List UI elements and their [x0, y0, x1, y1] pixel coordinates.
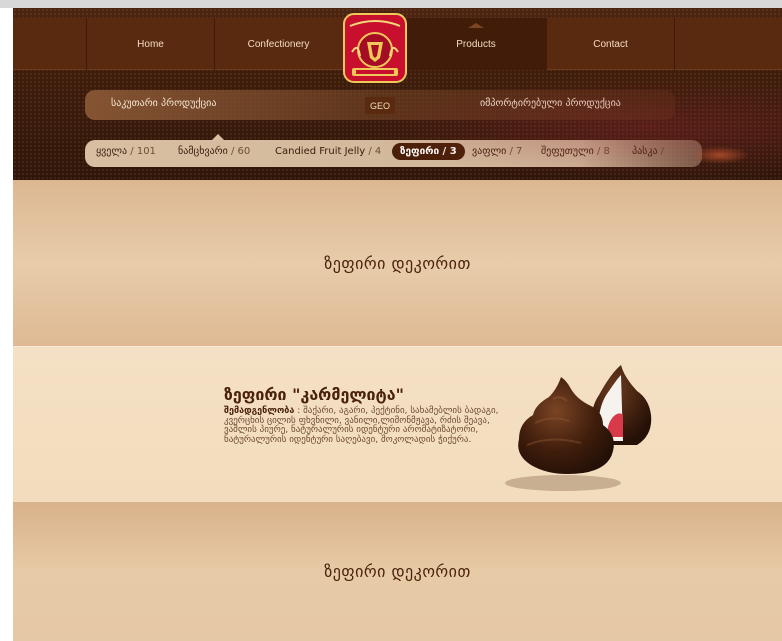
product-description: შემადგენლობა : შაქარი, აგარი, პექტინი, ს… [224, 406, 499, 445]
product-title: ზეფირი "კარმელიტა" [224, 385, 404, 404]
own-products-link[interactable]: საკუთარი პროდუქცია [111, 98, 216, 109]
filter-scroll-indicator [690, 146, 750, 164]
section-title: ზეფირი დეკორით [324, 562, 471, 581]
filter-cakes[interactable]: ნამცხვარი / 60 [178, 146, 250, 157]
filter-candied-fruit-jelly[interactable]: Candied Fruit Jelly / 4 [275, 146, 381, 157]
imported-products-link[interactable]: იმპორტირებული პროდუქცია [480, 98, 621, 109]
category-filter-bar: ყველა / 101 ნამცხვარი / 60 Candied Fruit… [85, 140, 702, 167]
ingredients-label: შემადგენლობა [224, 406, 295, 416]
active-caret-icon [468, 23, 484, 28]
category-header-top: ზეფირი დეკორით [13, 180, 782, 346]
nav-contact[interactable]: Contact [546, 18, 674, 70]
product-card[interactable]: ზეფირი "კარმელიტა" შემადგენლობა : შაქარი… [13, 346, 782, 502]
category-header-bottom: ზეფირი დეკორით [13, 502, 782, 641]
filter-all[interactable]: ყველა / 101 [96, 146, 156, 157]
filter-easter-cake[interactable]: პასკა / [632, 146, 664, 157]
product-image [505, 365, 652, 491]
section-title: ზეფირი დეკორით [324, 253, 471, 273]
brand-logo[interactable] [340, 12, 410, 84]
nav-products-label: Products [456, 38, 496, 50]
browser-top-strip [0, 0, 782, 8]
filter-zefir-active[interactable]: ზეფირი / 3 [392, 143, 465, 160]
filter-packaged[interactable]: შეფუთული / 8 [541, 146, 610, 157]
nav-confectionery[interactable]: Confectionery [214, 18, 342, 70]
filter-wafers[interactable]: ვაფლი / 7 [472, 146, 522, 157]
nav-spacer [674, 18, 782, 70]
nav-home[interactable]: Home [86, 18, 214, 70]
nav-products[interactable]: Products [406, 18, 546, 70]
language-switch[interactable]: GEO [365, 97, 395, 114]
product-origin-bar: საკუთარი პროდუქცია GEO იმპორტირებული პრო… [85, 90, 675, 120]
page: Home Confectionery Products Contact საკუ… [13, 8, 782, 641]
